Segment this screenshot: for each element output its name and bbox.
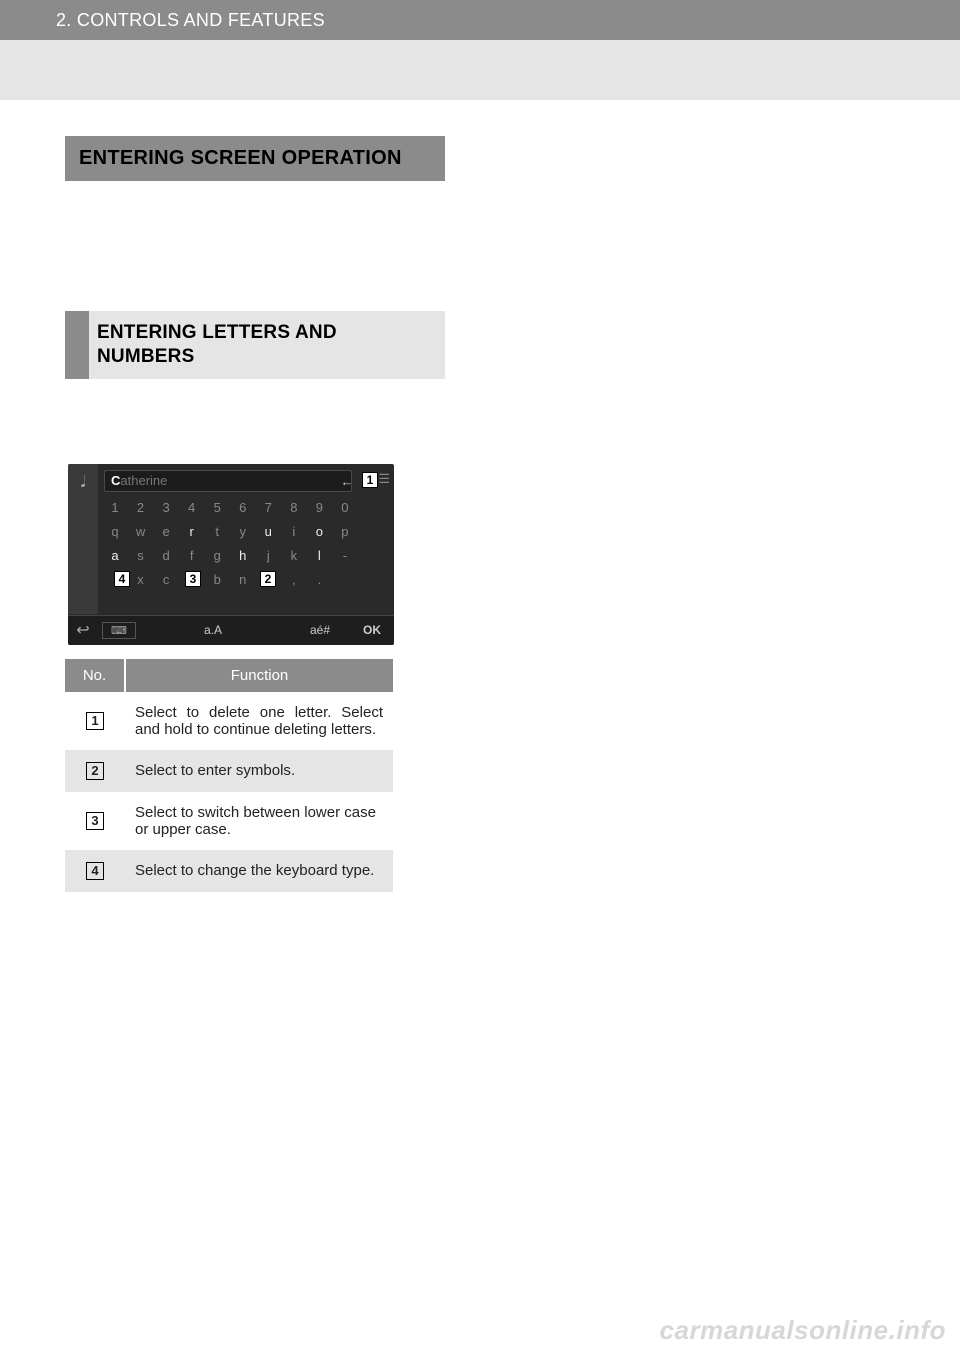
key: g	[206, 548, 228, 563]
key: k	[283, 548, 305, 563]
row-func: Select to switch between lower case or u…	[125, 792, 393, 850]
subsection-body: ENTERING LETTERS AND NUMBERS	[89, 311, 445, 379]
key: 3	[155, 500, 177, 515]
key-row-1: 1 2 3 4 5 6 7 8 9 0	[104, 500, 356, 515]
row-func: Select to enter symbols.	[125, 750, 393, 792]
key: 5	[206, 500, 228, 515]
key: b	[206, 572, 228, 587]
key: j	[257, 548, 279, 563]
callout-3: 3	[185, 571, 201, 587]
subsection-bar	[65, 311, 89, 379]
ok-button: OK	[350, 623, 394, 637]
chapter-title: 2. CONTROLS AND FEATURES	[56, 10, 325, 31]
row-no: 4	[86, 862, 104, 880]
key: e	[155, 524, 177, 539]
keyboard-footer: ↩ ⌨ a.A aé# OK	[68, 615, 394, 645]
row-no: 3	[86, 812, 104, 830]
table-row: 4 Select to change the keyboard type.	[65, 850, 393, 892]
key: n	[232, 572, 254, 587]
key: 4	[181, 500, 203, 515]
key: -	[334, 548, 356, 563]
key: .	[308, 572, 330, 587]
list-icon: ☰	[378, 471, 390, 487]
key: 7	[257, 500, 279, 515]
row-func: Select to change the keyboard type.	[125, 850, 393, 892]
key: h	[232, 548, 254, 563]
key: i	[283, 524, 305, 539]
key: q	[104, 524, 126, 539]
key: f	[181, 548, 203, 563]
key-row-2: q w e r t y u i o p	[104, 524, 356, 539]
key	[334, 572, 356, 587]
chapter-header: 2. CONTROLS AND FEATURES	[0, 0, 960, 40]
key: d	[155, 548, 177, 563]
key: ,	[283, 572, 305, 587]
key: 9	[308, 500, 330, 515]
key: o	[308, 524, 330, 539]
callout-4: 4	[114, 571, 130, 587]
subsection-title: ENTERING LETTERS AND NUMBERS	[97, 321, 437, 369]
row-no: 2	[86, 762, 104, 780]
key: 8	[283, 500, 305, 515]
key: p	[334, 524, 356, 539]
key: r	[181, 524, 203, 539]
row-no: 1	[86, 712, 104, 730]
section-head: ENTERING SCREEN OPERATION	[65, 136, 445, 181]
section-title: ENTERING SCREEN OPERATION	[79, 146, 431, 171]
sub-band	[0, 40, 960, 100]
key: x	[130, 572, 152, 587]
keyboard-screenshot: 𝅘𝅥 Catherine ← 1 ☰ 1 2 3 4 5 6 7 8 9 0 q…	[68, 464, 394, 645]
key: l	[308, 548, 330, 563]
th-no: No.	[65, 659, 125, 692]
key: s	[130, 548, 152, 563]
key: 2	[130, 500, 152, 515]
key: 1	[104, 500, 126, 515]
key: c	[155, 572, 177, 587]
left-column: ENTERING SCREEN OPERATION ENTERING LETTE…	[65, 136, 445, 892]
case-toggle: a.A	[136, 623, 290, 637]
key: a	[104, 548, 126, 563]
subsection-head: ENTERING LETTERS AND NUMBERS	[65, 311, 445, 379]
phone-tab: 𝅘𝅥	[68, 464, 98, 614]
text-input: Catherine	[104, 470, 352, 492]
keyboard-type-icon: ⌨	[102, 622, 136, 639]
symbol-toggle: aé#	[290, 623, 350, 637]
backspace-icon: ←	[338, 474, 356, 488]
watermark: carmanualsonline.info	[660, 1315, 946, 1346]
th-func: Function	[125, 659, 393, 692]
table-row: 2 Select to enter symbols.	[65, 750, 393, 792]
key: y	[232, 524, 254, 539]
key: t	[206, 524, 228, 539]
key: w	[130, 524, 152, 539]
key: u	[257, 524, 279, 539]
key-row-4: x c b n , .	[104, 572, 356, 587]
key: 0	[334, 500, 356, 515]
table-row: 3 Select to switch between lower case or…	[65, 792, 393, 850]
key-row-3: a s d f g h j k l -	[104, 548, 356, 563]
phone-icon: 𝅘𝅥	[80, 474, 85, 492]
key: 6	[232, 500, 254, 515]
return-icon: ↩	[68, 620, 98, 640]
input-value: Catherine	[111, 473, 167, 488]
row-func: Select to delete one letter. Select and …	[125, 692, 393, 750]
callout-1: 1	[362, 472, 378, 488]
function-table: No. Function 1 Select to delete one lett…	[65, 659, 393, 892]
table-row: 1 Select to delete one letter. Select an…	[65, 692, 393, 750]
callout-2: 2	[260, 571, 276, 587]
